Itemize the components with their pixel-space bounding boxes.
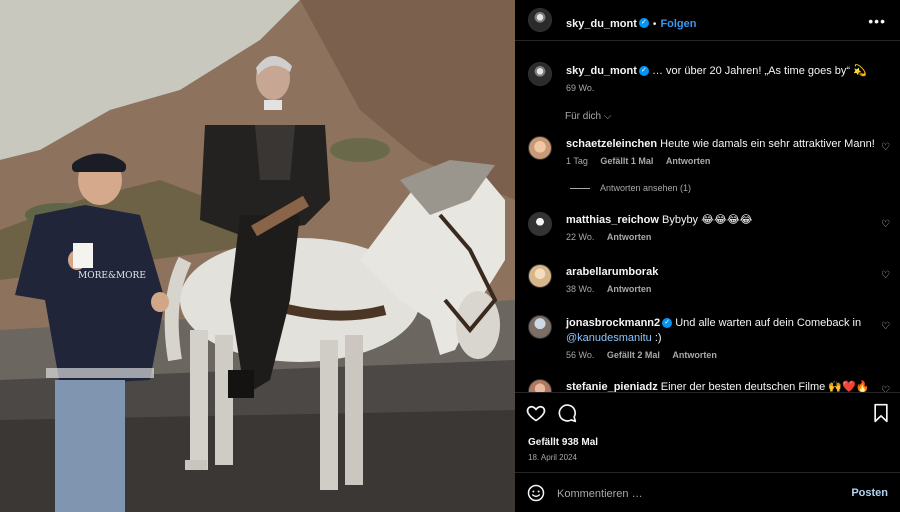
author-username[interactable]: sky_du_mont [566,18,637,30]
reply-button[interactable]: Antworten [666,156,711,166]
comment-text: Bybyby 😂😂😂😂 [661,214,753,226]
post-photo[interactable]: MORE&MORE [0,0,515,512]
comment-sort-dropdown[interactable]: Für dich ⌵ [565,111,611,122]
separator-dot: • [652,19,657,30]
emoji-icon[interactable] [527,484,545,507]
comment-avatar[interactable] [528,264,552,288]
post-date: 18. April 2024 [528,453,577,462]
comment-time[interactable]: 22 Wo. [566,232,594,242]
comment-username[interactable]: jonasbrockmann2 [566,317,660,329]
comment-text: Heute wie damals ein sehr attraktiver Ma… [660,138,875,150]
comment-likes[interactable]: Gefällt 1 Mal [600,156,653,166]
verified-badge-icon: ✓ [638,66,649,77]
like-comment-heart-icon[interactable]: ♡ [881,270,890,281]
photo-illustration: MORE&MORE [0,0,515,512]
comment-username[interactable]: stefanie_pieniadz [566,381,658,392]
follow-button[interactable]: Folgen [660,18,696,30]
comment-likes[interactable]: Gefällt 2 Mal [607,350,660,360]
comment-username[interactable]: schaetzeleinchen [566,138,657,150]
comment-time[interactable]: 1 Tag [566,156,588,166]
comment-username[interactable]: arabellarumborak [566,266,658,278]
svg-text:MORE&MORE: MORE&MORE [78,271,146,281]
more-options-icon[interactable]: ••• [868,13,886,29]
comment-input[interactable] [557,485,827,503]
like-comment-heart-icon[interactable]: ♡ [881,142,890,153]
comment-text-after: :) [654,332,662,344]
bookmark-icon[interactable] [872,403,890,428]
comment-avatar[interactable] [528,136,552,160]
comment-item: matthias_reichow Bybyby 😂😂😂😂 22 Wo. Antw… [566,213,876,242]
comment-composer: Posten [515,472,900,512]
like-comment-heart-icon[interactable]: ♡ [881,219,890,230]
divider-line [570,188,590,190]
like-comment-heart-icon[interactable]: ♡ [881,385,890,392]
mention-link[interactable]: @kanudesmanitu [566,332,652,344]
caption-username[interactable]: sky_du_mont [566,65,637,77]
comment-item: stefanie_pieniadz Einer der besten deuts… [566,380,876,392]
post-actions: Gefällt 938 Mal 18. April 2024 [515,392,900,472]
like-count[interactable]: Gefällt 938 Mal [528,437,598,448]
comment-username[interactable]: matthias_reichow [566,214,659,226]
comment-avatar[interactable] [528,315,552,339]
comment-time[interactable]: 56 Wo. [566,350,594,360]
comment-text: Und alle warten auf dein Comeback in [675,317,862,329]
caption-text: … vor über 20 Jahren! „As time goes by“ … [651,65,867,77]
like-heart-icon[interactable] [526,403,546,428]
comment-time[interactable]: 38 Wo. [566,284,594,294]
comments-list[interactable]: sky_du_mont ✓ … vor über 20 Jahren! „As t… [515,42,900,392]
caption: sky_du_mont ✓ … vor über 20 Jahren! „As t… [566,64,886,93]
comment-item: arabellarumborak 38 Wo. Antworten [566,265,876,294]
caption-avatar[interactable] [528,62,552,86]
caption-time[interactable]: 69 Wo. [566,83,594,93]
view-replies-button[interactable]: Antworten ansehen (1) [570,183,691,193]
post-panel: sky_du_mont ✓ • Folgen ••• sky_du_mont ✓ … v… [515,0,900,512]
verified-badge-icon: ✓ [662,318,673,329]
verified-badge-icon: ✓ [638,17,649,28]
comment-avatar[interactable] [528,212,552,236]
author-avatar[interactable] [528,8,552,32]
comment-item: schaetzeleinchen Heute wie damals ein se… [566,137,876,166]
like-comment-heart-icon[interactable]: ♡ [881,321,890,332]
post-header: sky_du_mont ✓ • Folgen ••• [515,0,900,41]
reply-button[interactable]: Antworten [672,350,717,360]
post-comment-button[interactable]: Posten [851,487,888,499]
comment-avatar[interactable] [528,379,552,392]
comment-item: jonasbrockmann2 ✓ Und alle warten auf dei… [566,316,866,360]
view-replies-label: Antworten ansehen (1) [600,183,692,193]
reply-button[interactable]: Antworten [607,284,652,294]
comment-text: Einer der besten deutschen Filme 🙌❤️🔥 [660,381,870,392]
reply-button[interactable]: Antworten [607,232,652,242]
comment-bubble-icon[interactable] [557,403,577,428]
